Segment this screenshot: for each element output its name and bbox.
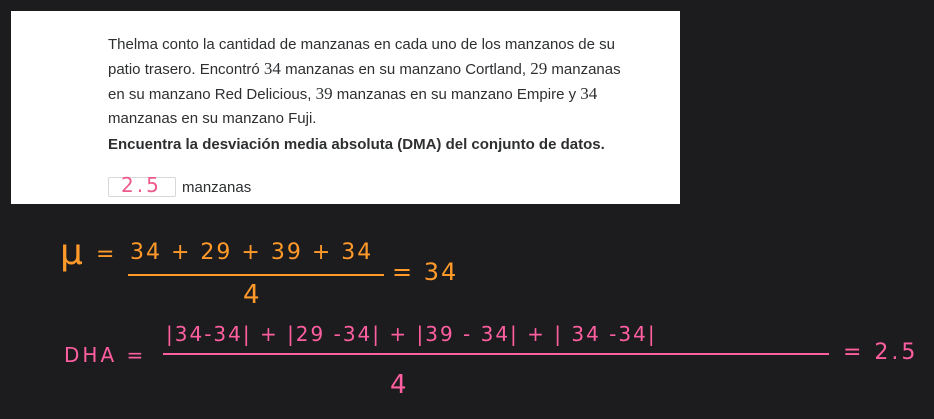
value-cortland: 34 [263,59,281,78]
dha-denominator: 4 [390,370,407,400]
dha-result: = 2.5 [843,340,919,365]
question-prompt: Encuentra la desviación media absoluta (… [108,136,605,153]
answer-value: 2.5 [121,173,162,197]
mean-denominator: 4 [243,280,260,310]
value-red-delicious: 29 [530,59,548,78]
dha-fraction-bar [163,353,829,355]
problem-text-5: manzanas en su manzano Fuji. [108,110,317,127]
answer-unit: manzanas [182,178,252,196]
answer-input[interactable]: 2.5 [108,173,176,197]
mean-numerator: 34 + 29 + 39 + 34 [130,240,374,265]
dha-numerator: |34-34| + |29 -34| + |39 - 34| + | 34 -3… [166,322,657,346]
answer-row: 2.5 manzanas [108,173,252,198]
question-card: Thelma conto la cantidad de manzanas en … [11,11,680,204]
mean-fraction-bar [128,274,384,276]
problem-statement: Thelma conto la cantidad de manzanas en … [108,33,628,131]
mean-equals: = [96,242,115,267]
dha-label: DHA = [64,343,147,367]
problem-text-4: manzanas en su manzano Empire y [332,86,581,103]
value-fuji: 34 [580,84,598,103]
mean-result: = 34 [392,258,459,286]
value-empire: 39 [315,84,333,103]
mean-symbol: μ [60,232,83,273]
problem-text-2: manzanas en su manzano Cortland, [280,61,531,78]
